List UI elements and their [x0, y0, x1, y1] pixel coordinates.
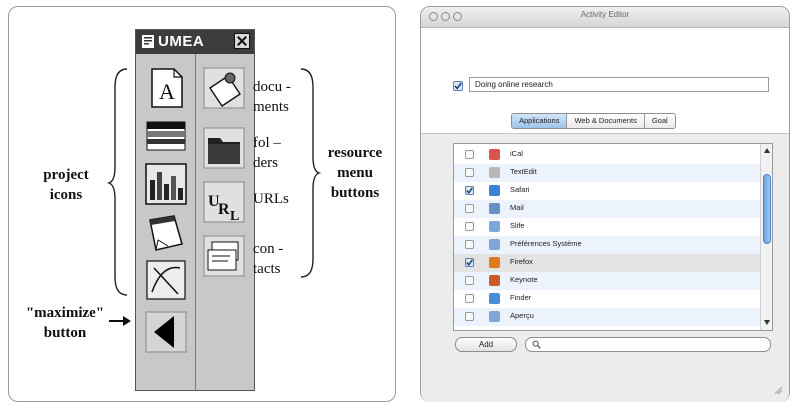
list-item[interactable]: Safari [454, 182, 760, 200]
list-item[interactable]: Aperçu [454, 308, 760, 326]
calendar-icon [489, 149, 500, 160]
resource-menu-buttons-label: resource menu buttons [327, 145, 383, 201]
app-checkbox[interactable] [465, 222, 474, 231]
tab-goal[interactable]: Goal [644, 114, 675, 128]
notepad-icon[interactable] [144, 210, 188, 254]
color-stripes-icon[interactable] [144, 114, 188, 158]
scrollbar-thumb[interactable] [763, 174, 771, 244]
app-checkbox[interactable] [465, 276, 474, 285]
compass-icon [489, 185, 500, 196]
app-name: Mail [510, 203, 524, 212]
app-name: Préférences Système [510, 239, 582, 248]
applications-list[interactable]: iCal TextEdit Safari Mail Slife Préférences S… [453, 143, 773, 331]
maximize-arrow-icon [109, 316, 131, 326]
app-checkbox[interactable] [465, 258, 474, 267]
project-icons-label: project icons [43, 167, 89, 203]
search-field[interactable] [525, 337, 771, 352]
folders-label: fol – ders [253, 135, 281, 171]
maximize-button-label: "maximize" button [25, 305, 105, 341]
app-name: Keynote [510, 275, 538, 284]
app-name: Slife [510, 221, 525, 230]
list-scrollbar[interactable] [760, 144, 772, 330]
umea-column-divider [195, 54, 196, 390]
app-checkbox[interactable] [465, 294, 474, 303]
app-name: Finder [510, 293, 532, 302]
documents-label: docu - ments [253, 79, 291, 115]
keynote-icon [489, 275, 500, 286]
urls-button[interactable]: URL [202, 180, 246, 224]
add-button[interactable]: Add [455, 337, 517, 352]
app-name: Safari [510, 185, 530, 194]
finder-icon [489, 293, 500, 304]
umea-title: UMEA [158, 33, 205, 50]
svg-text:A: A [159, 79, 175, 104]
app-icon [489, 239, 500, 250]
umea-figure-panel: project icons "maximize" button UMEA A U… [8, 6, 396, 402]
tab-applications[interactable]: Applications [512, 114, 568, 128]
umea-logo-icon [142, 35, 154, 48]
scroll-down-arrow-icon[interactable] [764, 320, 770, 325]
urls-label: URLs [253, 191, 289, 207]
bar-chart-icon[interactable] [144, 162, 188, 206]
app-checkbox[interactable] [465, 312, 474, 321]
maximize-button[interactable] [144, 310, 188, 354]
list-item[interactable]: Préférences Système [454, 236, 760, 254]
scroll-up-arrow-icon[interactable] [764, 148, 770, 153]
app-checkbox[interactable] [465, 168, 474, 177]
window-titlebar: Activity Editor [421, 7, 789, 28]
documents-button[interactable] [202, 66, 246, 110]
activity-enabled-checkbox[interactable] [453, 81, 463, 91]
textedit-icon [489, 167, 500, 178]
app-name: Aperçu [510, 311, 534, 320]
svg-text:L: L [230, 209, 239, 224]
firefox-icon [489, 257, 500, 268]
activity-editor-window: Activity Editor Doing online research Ap… [420, 6, 790, 402]
list-item[interactable]: Finder [454, 290, 760, 308]
sketch-icon[interactable] [144, 258, 188, 302]
umea-window: UMEA A URL [135, 29, 255, 391]
app-name: Firefox [510, 257, 533, 266]
list-item[interactable]: Mail [454, 200, 760, 218]
svg-text:R: R [218, 201, 230, 218]
folders-button[interactable] [202, 126, 246, 170]
close-button[interactable] [234, 33, 250, 49]
mail-icon [489, 203, 500, 214]
list-item[interactable]: Keynote [454, 272, 760, 290]
text-document-icon[interactable]: A [144, 66, 188, 110]
app-checkbox[interactable] [465, 186, 474, 195]
app-checkbox[interactable] [465, 204, 474, 213]
app-name: TextEdit [510, 167, 537, 176]
app-checkbox[interactable] [465, 240, 474, 249]
list-item[interactable]: Slife [454, 218, 760, 236]
list-item[interactable]: Firefox [454, 254, 760, 272]
contacts-label: con - tacts [253, 241, 284, 277]
activity-name-field[interactable]: Doing online research [469, 77, 769, 92]
umea-titlebar: UMEA [136, 30, 254, 54]
app-icon [489, 311, 500, 322]
app-checkbox[interactable] [465, 150, 474, 159]
resize-grip-icon[interactable] [773, 385, 783, 395]
tab-bar: Applications Web & Documents Goal [511, 113, 676, 129]
list-item[interactable]: iCal [454, 146, 760, 164]
window-title: Activity Editor [580, 10, 630, 19]
project-icons-brace [107, 68, 128, 296]
tab-web-documents[interactable]: Web & Documents [567, 114, 645, 128]
search-icon [532, 340, 541, 349]
app-icon [489, 221, 500, 232]
contacts-button[interactable] [202, 234, 246, 278]
list-item[interactable]: TextEdit [454, 164, 760, 182]
app-name: iCal [510, 149, 523, 158]
